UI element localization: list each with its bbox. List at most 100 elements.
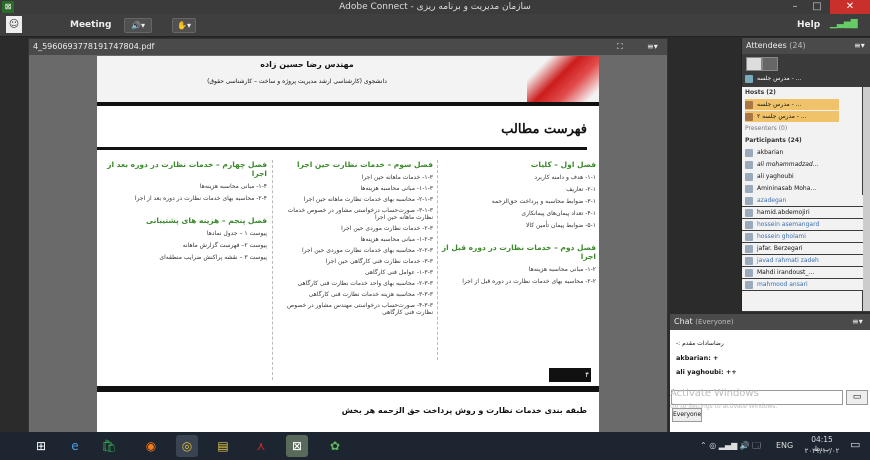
- pdf-filename: 4_5960693778191747804.pdf: [33, 42, 155, 51]
- attendees-title: Attendees: [746, 41, 787, 50]
- chat-scope: (Everyone): [695, 318, 734, 326]
- menu-meeting[interactable]: Meeting: [70, 14, 111, 36]
- my-status-row[interactable]: مدرس جلسه - ...: [745, 73, 839, 84]
- user-icon: [745, 268, 753, 277]
- chapter-1-heading: فصل اول – کلیات: [530, 160, 596, 169]
- store-icon[interactable]: 🛍: [98, 435, 120, 457]
- participant-row[interactable]: jafar. Berzegari: [742, 243, 865, 254]
- toc-line: ۲-۲-۳- محاسبه بهای خدمات نظارت موردی حین…: [302, 247, 433, 254]
- participant-row[interactable]: azadegan: [742, 195, 865, 206]
- breakout-view-icon[interactable]: [762, 57, 778, 71]
- user-icon: [745, 100, 753, 109]
- host-row[interactable]: مدرس جلسه ۲ - ...: [745, 111, 839, 122]
- attendee-list-filler: [742, 291, 862, 311]
- participant-row[interactable]: Amininasab Moha...: [745, 183, 839, 194]
- chapter-3-heading: فصل سوم – خدمات نظارت حین اجرا: [297, 160, 433, 169]
- pod-menu-icon[interactable]: ≡▾: [647, 39, 658, 55]
- toc-line: ۳-۳- خدمات نظارت فنی کارگاهی حین اجرا: [325, 258, 433, 265]
- pdf-reader-icon[interactable]: ⋏: [250, 435, 272, 457]
- toc-line: ۲-۱-۳- محاسبه بهای خدمات نظارت ماهانه حی…: [303, 196, 433, 203]
- toc-line: پیوست ۲– فهرست گزارش ماهانه: [182, 242, 267, 249]
- user-icon: [745, 148, 753, 157]
- send-message-icon[interactable]: ▭: [846, 390, 868, 405]
- hosts-group[interactable]: Hosts (2): [745, 87, 839, 98]
- fullscreen-icon[interactable]: ⛶: [617, 39, 623, 55]
- participant-row[interactable]: mahmood ansari: [742, 279, 865, 290]
- toc-line: ۱-۲- مبانی محاسبه هزینه‌ها: [528, 266, 596, 273]
- activation-watermark-title: Activate Windows: [670, 388, 759, 399]
- participant-row[interactable]: hossein gholami: [742, 231, 865, 242]
- menu-bar: ☺ Meeting 🔊▾ ✋▾ Help ▁▃▅▇: [0, 14, 870, 37]
- user-icon: [745, 232, 753, 241]
- minimize-icon[interactable]: –: [784, 0, 806, 14]
- toc-line: ۳-۱- ضوابط محاسبه و پرداخت حق‌الزحمه: [491, 198, 596, 205]
- user-icon: [745, 160, 753, 169]
- toc-line: ۲-۳-۳- محاسبه بهای واحد خدمات نظارت فنی …: [297, 280, 434, 287]
- host-row[interactable]: مدرس جلسه - ...: [745, 99, 839, 110]
- toc-line: ۱-۱-۳- مبانی محاسبه هزینه‌ها: [360, 185, 433, 192]
- toc-column-2: فصل سوم – خدمات نظارت حین اجرا ۱-۳- خدما…: [272, 160, 433, 380]
- toc-line: ۱-۳- خدمات ماهانه حین اجرا: [361, 174, 433, 181]
- connection-signal-icon: ▁▃▅▇: [830, 19, 858, 29]
- chapter-4-heading: فصل چهارم – خدمات نظارت در دوره بعد از ا…: [107, 160, 267, 178]
- participant-row[interactable]: ali yaghoubi: [745, 171, 839, 182]
- speaker-icon[interactable]: 🔊▾: [124, 18, 152, 33]
- input-language[interactable]: ENG: [776, 441, 793, 450]
- slide-author-subtitle: دانشجوی (کارشناسی ارشد مدیریت پروژه و سا…: [207, 78, 387, 85]
- notifications-icon[interactable]: ▭: [850, 438, 860, 451]
- toc-line: ۱-۱- هدف و دامنه کاربرد: [534, 174, 596, 181]
- slide-bottom-bar: [97, 386, 599, 392]
- internet-explorer-icon[interactable]: e: [64, 435, 86, 457]
- menu-help[interactable]: Help: [797, 14, 820, 36]
- user-icon: [745, 280, 753, 289]
- window-titlebar: ⊠ Adobe Connect - سازمان مدیریت و برنامه…: [0, 0, 870, 14]
- participant-row[interactable]: Mahdi irandoust_...: [742, 267, 865, 278]
- close-icon[interactable]: ✕: [830, 0, 870, 14]
- raise-hand-icon[interactable]: ✋▾: [172, 18, 196, 33]
- participant-row[interactable]: hamid.abdemojiri: [742, 207, 865, 218]
- attendee-list-view-icon[interactable]: [746, 57, 762, 71]
- presenters-group[interactable]: Presenters (0): [745, 123, 839, 134]
- toc-line: ۲-۳- خدمات نظارت موردی حین اجرا: [341, 225, 433, 232]
- user-icon: [745, 172, 753, 181]
- participant-row[interactable]: ali mohammadzad...: [745, 159, 839, 170]
- chat-message: akbarian: +: [676, 354, 719, 362]
- windows-taskbar: ⊞ e 🛍 ◉ ◎ ▤ ⋏ ⊠ ✿ ⌃ ◎ ▂▄▆ 🔊 🗔 ENG 04:15 …: [0, 432, 870, 460]
- toc-title: فهرست مطالب: [501, 122, 587, 137]
- app-icon[interactable]: ✿: [324, 435, 346, 457]
- activation-watermark-subtitle: Go to Settings to activate Windows.: [670, 403, 778, 410]
- next-page-heading: طبقه بندی خدمات نظارت و روش پرداخت حق ال…: [341, 406, 587, 415]
- user-icon: [745, 256, 753, 265]
- share-pod-header: 4_5960693778191747804.pdf ⛶ ≡▾: [29, 39, 667, 55]
- system-tray-icons[interactable]: ⌃ ◎ ▂▄▆ 🔊 🗔: [700, 440, 761, 454]
- slide-author-name: مهندس رضا حسین زاده: [260, 60, 354, 69]
- participants-group[interactable]: Participants (24): [745, 135, 839, 146]
- user-icon: [745, 208, 753, 217]
- user-icon: [745, 112, 753, 121]
- toc-line: ۳-۳-۳- محاسبه هزینه خدمات نظارت فنی کارگ…: [308, 291, 433, 298]
- toc-line: پیوست ۳ – نقشه پراکنش ضرایب منطقه‌ای: [159, 254, 267, 261]
- firefox-icon[interactable]: ◉: [140, 435, 162, 457]
- attendees-count: (24): [789, 41, 806, 50]
- chat-message: ali yaghoubi: ++: [676, 368, 737, 376]
- maximize-icon[interactable]: □: [806, 0, 828, 14]
- chrome-icon[interactable]: ◎: [176, 435, 198, 457]
- participant-row[interactable]: hossein asemangard: [742, 219, 865, 230]
- user-icon: [745, 74, 753, 83]
- adobe-connect-task-icon[interactable]: ⊠: [286, 435, 308, 457]
- page-number-box: ۴: [549, 368, 591, 382]
- attendees-header: Attendees (24) ≡▾: [742, 38, 870, 54]
- participant-row[interactable]: akbarian: [745, 147, 839, 158]
- participant-row[interactable]: javad rahmati zadeh: [742, 255, 865, 266]
- attendees-pod: Attendees (24) ≡▾ مدرس جلسه - ... Hosts …: [741, 38, 870, 312]
- windows-start-icon[interactable]: ⊞: [30, 435, 52, 457]
- toc-line: ۳-۱-۳- صورت‌حساب درخواستی مشاور در خصوص …: [287, 207, 433, 221]
- attendee-scrollbar[interactable]: [863, 87, 870, 311]
- attendees-menu-icon[interactable]: ≡▾: [854, 38, 865, 54]
- chat-audience-selector[interactable]: Everyone: [672, 408, 702, 422]
- file-explorer-icon[interactable]: ▤: [212, 435, 234, 457]
- header-divider: [97, 102, 599, 106]
- user-icon: [745, 184, 753, 193]
- clock-date[interactable]: ۲۰۲۱/۱۰/۰۲: [802, 447, 842, 455]
- chat-menu-icon[interactable]: ≡▾: [852, 314, 863, 330]
